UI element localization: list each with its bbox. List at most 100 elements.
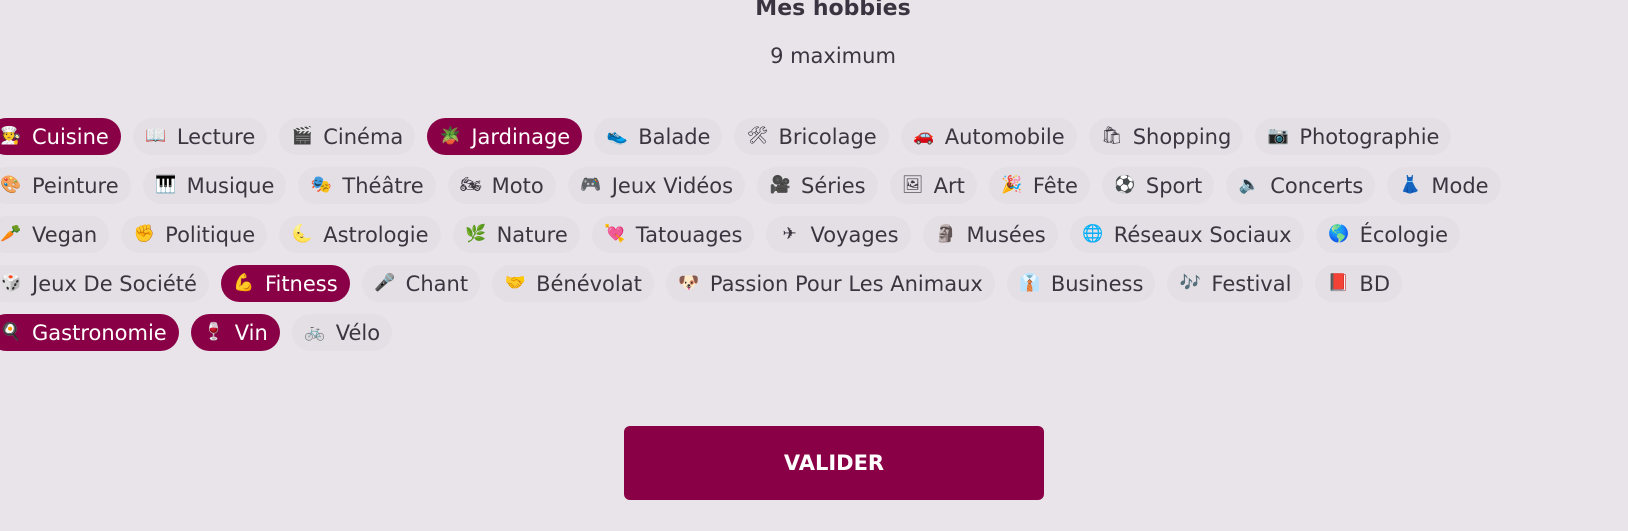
moon-icon: 🌜 [291,224,313,244]
hobby-chip-bd[interactable]: 📕 BD [1315,265,1402,302]
hobby-chip-label: Musique [186,173,275,198]
hobby-chip-label: Moto [491,173,544,198]
hobby-chip-concerts[interactable]: 🔈 Concerts [1226,167,1376,204]
hobby-chip-label: Écologie [1359,222,1448,247]
hobby-chip-label: Fête [1032,173,1078,198]
hobby-chip-peinture[interactable]: 🎨 Peinture [0,167,131,204]
hobby-chip-label: Gastronomie [32,320,167,345]
flexed-biceps-icon: 💪 [233,273,255,293]
hobby-chip-label: Cinéma [323,124,404,149]
hobby-chip-label: Shopping [1132,124,1232,149]
hobby-chip-label: Mode [1431,173,1489,198]
hobby-chip-jeux-videos[interactable]: 🎮 Jeux Vidéos [567,167,746,204]
car-icon: 🚗 [913,126,935,146]
hobby-chip-gastronomie[interactable]: 🍳 Gastronomie [0,314,179,351]
hobby-chip-business[interactable]: 👔 Business [1006,265,1156,302]
hobby-chip-astrologie[interactable]: 🌜 Astrologie [279,216,441,253]
hobby-chip-cuisine[interactable]: 🧑‍🍳 Cuisine [0,118,121,155]
herb-icon: 🌿 [464,224,487,244]
hobby-chip-musees[interactable]: 🗿 Musées [922,216,1058,253]
page-title: Mes hobbies [755,0,911,21]
movie-camera-icon: 🎥 [769,175,791,195]
hobby-chip-vin[interactable]: 🍷 Vin [190,314,280,351]
bicycle-icon: 🚲 [304,322,326,342]
hobby-chip-label: Jardinage [471,124,571,149]
hobby-chip-label: Balade [638,124,711,149]
hobby-chip-reseaux-sociaux[interactable]: 🌐 Réseaux Sociaux [1069,216,1304,253]
hobby-chip-passion-pour-les-animaux[interactable]: 🐶 Passion Pour Les Animaux [665,265,995,302]
hobby-chip-ecologie[interactable]: 🌎 Écologie [1315,216,1460,253]
hobby-chip-theatre[interactable]: 🎭 Théâtre [298,167,436,204]
hobby-chip-jeux-de-societe[interactable]: 🎲 Jeux De Société [0,265,209,302]
hobby-chip-musique[interactable]: 🎹 Musique [142,167,287,204]
hobby-chip-nature[interactable]: 🌿 Nature [452,216,580,253]
cooking-pan-icon: 🍳 [0,322,22,342]
max-selection-hint: 9 maximum [770,44,896,68]
hobby-chip-label: Vin [234,320,268,345]
party-popper-icon: 🎉 [1001,175,1023,195]
hobby-chip-label: Jeux De Société [32,271,197,296]
hobby-chip-festival[interactable]: 🎶 Festival [1167,265,1304,302]
hobby-chip-politique[interactable]: ✊ Politique [121,216,268,253]
necktie-icon: 👔 [1019,273,1041,293]
hobby-chip-label: Fitness [264,271,338,296]
hobby-chip-label: Réseaux Sociaux [1113,222,1292,247]
hobby-chip-velo[interactable]: 🚲 Vélo [291,314,393,351]
hobby-chip-jardinage[interactable]: 🪴 Jardinage [427,118,583,155]
raised-fist-icon: ✊ [133,224,155,244]
hobby-chip-chant[interactable]: 🎤 Chant [361,265,481,302]
hobby-chip-art[interactable]: 🖼 Art [889,167,977,204]
globe-icon: 🌐 [1082,224,1104,244]
hobby-chip-label: Politique [165,222,256,247]
hobby-chip-photographie[interactable]: 📷 Photographie [1255,118,1452,155]
hobby-chip-label: Voyages [810,222,899,247]
microphone-icon: 🎤 [374,273,396,293]
hobby-chip-label: Chant [405,271,469,296]
hobby-chip-label: Jeux Vidéos [611,173,734,198]
hobby-chip-fitness[interactable]: 💪 Fitness [220,265,350,302]
carrot-icon: 🥕 [0,224,22,244]
hobby-chip-moto[interactable]: 🏍 Moto [447,167,556,204]
palette-icon: 🎨 [0,175,22,195]
hobby-row: 🎨 Peinture 🎹 Musique 🎭 Théâtre 🏍 Moto 🎮 Jeux Vidé… [0,167,1628,204]
hobby-chip-sport[interactable]: ⚽ Sport [1101,167,1215,204]
hobby-chip-label: Théâtre [342,173,424,198]
hobby-chip-automobile[interactable]: 🚗 Automobile [900,118,1077,155]
clapper-icon: 🎬 [291,126,313,146]
hobby-chip-bricolage[interactable]: 🛠 Bricolage [734,118,889,155]
piano-icon: 🎹 [155,175,177,195]
hobby-row: 🧑‍🍳 Cuisine 📖 Lecture 🎬 Cinéma 🪴 Jardinage 👟 Bala… [0,118,1628,155]
gamepad-icon: 🎮 [580,175,602,195]
motorcycle-icon: 🏍 [459,175,482,195]
hobby-chip-label: Art [933,173,965,198]
book-red-icon: 📕 [1327,273,1349,293]
hobby-chip-label: Bricolage [778,124,877,149]
hobby-chip-tatouages[interactable]: 💘 Tatouages [591,216,755,253]
hobby-chip-label: Sport [1145,173,1203,198]
statue-icon: 🗿 [934,224,957,244]
hobby-chip-lecture[interactable]: 📖 Lecture [132,118,268,155]
hobby-chip-series[interactable]: 🎥 Séries [757,167,878,204]
hobby-chip-mode[interactable]: 👗 Mode [1387,167,1501,204]
hobby-chip-label: Lecture [176,124,256,149]
heart-arrow-icon: 💘 [604,224,626,244]
tools-icon: 🛠 [746,126,769,146]
hobby-chip-benevolat[interactable]: 🤝 Bénévolat [492,265,654,302]
shopping-bags-icon: 🛍 [1100,126,1123,146]
hobby-chip-fete[interactable]: 🎉 Fête [988,167,1090,204]
hobby-chip-voyages[interactable]: ✈ Voyages [766,216,911,253]
hobby-chip-label: Bénévolat [536,271,642,296]
hobby-chip-label: Concerts [1270,173,1364,198]
dice-icon: 🎲 [0,273,22,293]
theater-masks-icon: 🎭 [310,175,332,195]
hobby-chip-balade[interactable]: 👟 Balade [594,118,723,155]
validate-button[interactable]: VALIDER [624,426,1044,500]
potted-plant-icon: 🪴 [439,126,461,146]
hobby-chip-cinema[interactable]: 🎬 Cinéma [279,118,416,155]
book-icon: 📖 [145,126,167,146]
hobby-chip-label: Nature [496,222,568,247]
hobby-row: 🍳 Gastronomie 🍷 Vin 🚲 Vélo [0,314,1628,351]
music-notes-icon: 🎶 [1179,273,1201,293]
hobby-chip-shopping[interactable]: 🛍 Shopping [1088,118,1244,155]
hobby-chip-vegan[interactable]: 🥕 Vegan [0,216,110,253]
